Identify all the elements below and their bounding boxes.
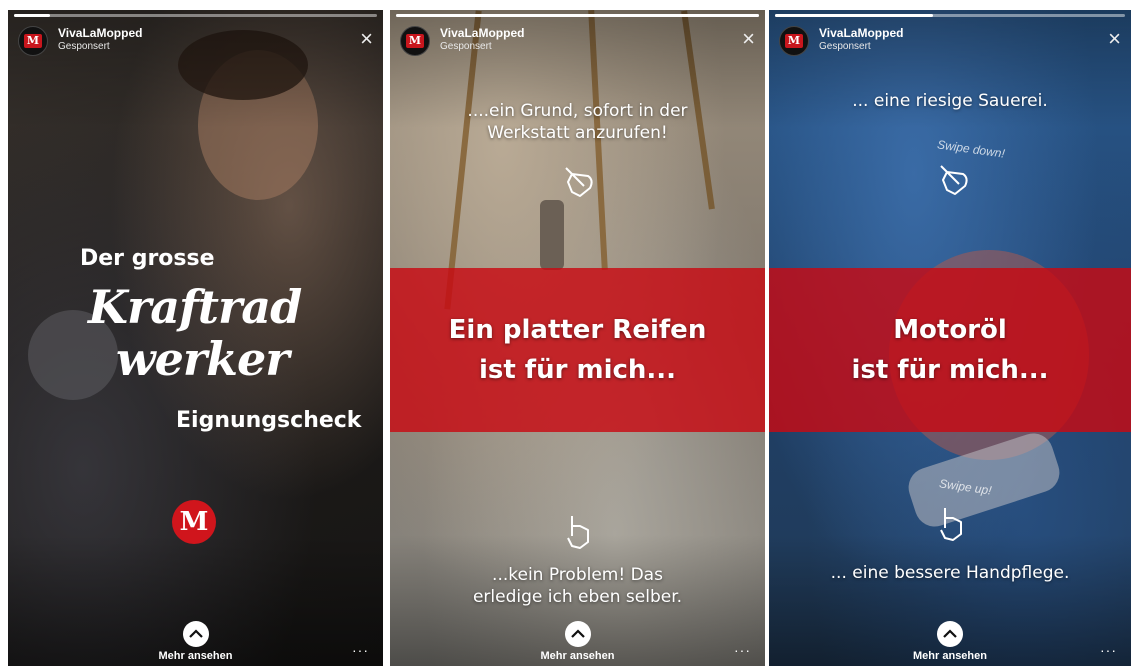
close-icon[interactable]: × bbox=[360, 28, 373, 50]
headline-script-1: Kraftrad bbox=[88, 280, 302, 334]
pointing-hand-icon bbox=[940, 508, 962, 541]
close-icon[interactable]: × bbox=[742, 28, 755, 50]
account-avatar[interactable]: M bbox=[18, 26, 48, 56]
story-progress bbox=[14, 14, 377, 17]
see-more[interactable]: Mehr ansehen bbox=[8, 621, 383, 662]
story-header: M VivaLaMopped Gesponsert × bbox=[18, 26, 373, 58]
question-text: Ein platter Reifen ist für mich... bbox=[390, 310, 765, 390]
account-avatar[interactable]: M bbox=[400, 26, 430, 56]
progress-fill bbox=[14, 14, 51, 17]
close-icon[interactable]: × bbox=[1108, 28, 1121, 50]
see-more[interactable]: Mehr ansehen bbox=[390, 621, 765, 662]
question-line-2: ist für mich... bbox=[478, 355, 677, 385]
answer-bottom-line-1: ...kein Problem! Das bbox=[492, 565, 663, 585]
account-name[interactable]: VivaLaMopped bbox=[58, 26, 142, 40]
see-more-label[interactable]: Mehr ansehen bbox=[8, 650, 383, 662]
question-line-1: Ein platter Reifen bbox=[448, 315, 707, 345]
pointing-hand-icon bbox=[567, 516, 589, 549]
headline-line-1: Der grosse bbox=[80, 246, 215, 271]
story-card-1[interactable]: M VivaLaMopped Gesponsert × Der grosse K… bbox=[8, 10, 383, 666]
answer-bottom[interactable]: ... eine bessere Handpflege. bbox=[769, 562, 1131, 584]
answer-top[interactable]: ... eine riesige Sauerei. bbox=[769, 90, 1131, 112]
account-avatar[interactable]: M bbox=[779, 26, 809, 56]
headline-line-4: Eignungscheck bbox=[176, 408, 362, 433]
see-more-label[interactable]: Mehr ansehen bbox=[769, 650, 1131, 662]
see-more[interactable]: Mehr ansehen bbox=[769, 621, 1131, 662]
answer-top-line-1: ... eine riesige Sauerei. bbox=[852, 91, 1048, 111]
sponsored-label: Gesponsert bbox=[58, 41, 110, 52]
chevron-up-icon[interactable] bbox=[182, 621, 209, 647]
story-progress bbox=[775, 14, 1125, 17]
pointing-hand-icon bbox=[940, 165, 968, 195]
pointing-hand-icon bbox=[565, 167, 593, 197]
more-options-icon[interactable]: ··· bbox=[734, 642, 751, 658]
account-name[interactable]: VivaLaMopped bbox=[440, 26, 524, 40]
question-text: Motoröl ist für mich... bbox=[769, 310, 1131, 390]
brand-logo: M bbox=[172, 500, 216, 544]
headline-script-2: werker bbox=[116, 332, 289, 386]
answer-bottom[interactable]: ...kein Problem! Das erledige ich eben s… bbox=[390, 564, 765, 608]
answer-top-line-1: ....ein Grund, sofort in der bbox=[467, 101, 688, 121]
chevron-up-icon[interactable] bbox=[937, 621, 963, 647]
progress-fill bbox=[775, 14, 933, 17]
avatar-letter: M bbox=[406, 34, 424, 48]
answer-top[interactable]: ....ein Grund, sofort in der Werkstatt a… bbox=[390, 100, 765, 144]
question-line-1: Motoröl bbox=[893, 315, 1007, 345]
avatar-letter: M bbox=[785, 34, 803, 48]
chevron-up-icon[interactable] bbox=[564, 621, 591, 647]
story-progress bbox=[396, 14, 759, 17]
question-line-2: ist für mich... bbox=[851, 355, 1049, 385]
story-header: M VivaLaMopped Gesponsert × bbox=[779, 26, 1121, 58]
story-card-3[interactable]: M VivaLaMopped Gesponsert × ... eine rie… bbox=[769, 10, 1131, 666]
more-options-icon[interactable]: ··· bbox=[1100, 642, 1117, 658]
sponsored-label: Gesponsert bbox=[440, 41, 492, 52]
see-more-label[interactable]: Mehr ansehen bbox=[390, 650, 765, 662]
more-options-icon[interactable]: ··· bbox=[352, 642, 369, 658]
sponsored-label: Gesponsert bbox=[819, 41, 871, 52]
answer-top-line-2: Werkstatt anzurufen! bbox=[487, 123, 668, 143]
answer-bottom-line-2: erledige ich eben selber. bbox=[472, 587, 683, 607]
story-header: M VivaLaMopped Gesponsert × bbox=[400, 26, 755, 58]
progress-fill bbox=[396, 14, 759, 17]
avatar-letter: M bbox=[24, 34, 42, 48]
story-card-2[interactable]: M VivaLaMopped Gesponsert × ....ein Grun… bbox=[390, 10, 765, 666]
answer-bottom-line-1: ... eine bessere Handpflege. bbox=[830, 563, 1070, 583]
account-name[interactable]: VivaLaMopped bbox=[819, 26, 903, 40]
